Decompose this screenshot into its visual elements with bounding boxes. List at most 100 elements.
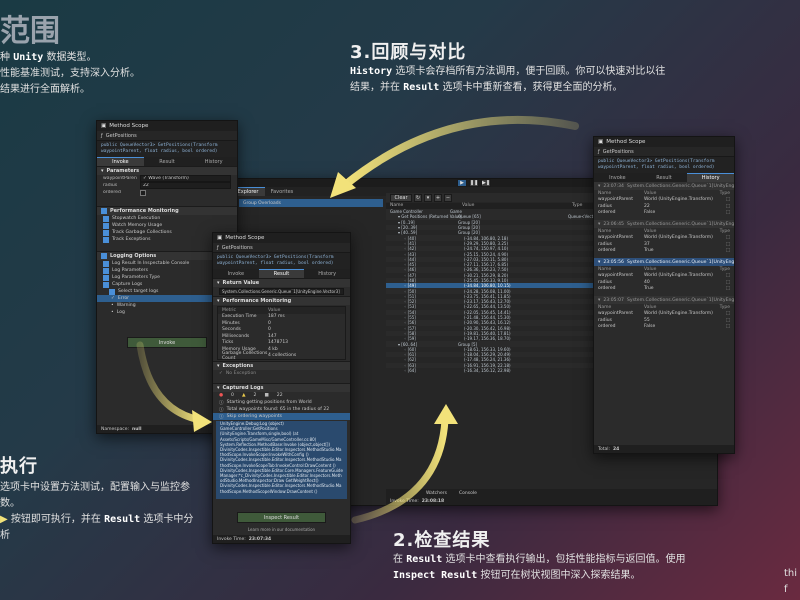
- logging-toggle-checkbox[interactable]: [101, 253, 107, 259]
- tree-node-value: (-20.90, 156.43, 16.12): [464, 320, 511, 326]
- option-checkbox[interactable]: [103, 236, 109, 243]
- parameters-header[interactable]: ▾ Parameters: [97, 166, 237, 175]
- tab-invoke[interactable]: Invoke: [594, 173, 641, 182]
- no-exception-row: ✓ No Exception: [213, 370, 350, 377]
- param-row: waypointParent ✓ Wave (Transform): [97, 175, 237, 182]
- history-entry-type: System.Collections.Generic.Queue`1[Unity…: [626, 297, 735, 303]
- tab-result-label: Result: [656, 174, 672, 181]
- perf-header[interactable]: Performance Monitoring: [97, 206, 237, 215]
- perf-option[interactable]: Stopwatch Execution: [97, 215, 237, 222]
- tab-invoke[interactable]: Invoke: [213, 269, 259, 278]
- history-row: ordered True ⬚: [594, 248, 734, 255]
- history-window-titlebar[interactable]: ▣ Method Scope: [594, 137, 734, 147]
- history-col-name: Name: [598, 304, 612, 310]
- history-entry-header[interactable]: ▾ 23:05:07 System.Collections.Generic.Queu…: [594, 296, 734, 304]
- play-button[interactable]: ▶: [457, 179, 467, 187]
- ordered-checkbox[interactable]: [140, 189, 146, 196]
- log-entry[interactable]: ⓘ Total waypoints found: 65 in the radius…: [213, 406, 350, 413]
- invoke-window-titlebar[interactable]: ▣ Method Scope: [97, 121, 237, 131]
- captured-logs-header[interactable]: ▾ Captured Logs: [213, 383, 350, 392]
- tree-node-name: ▾ [40..59]: [398, 230, 418, 236]
- metric-row: Ticks 1478713: [218, 340, 345, 347]
- tree-root-value: Game: [450, 209, 462, 215]
- group-overloads-toggle[interactable]: Group Overloads: [239, 199, 383, 207]
- tab-invoke[interactable]: Invoke: [97, 157, 144, 166]
- param-value-field[interactable]: ✓ Wave (Transform): [140, 175, 231, 182]
- log-entry[interactable]: ⓘ Starting getting positions from World: [213, 399, 350, 406]
- perf-option-label: Watch Memory Usage: [112, 223, 163, 228]
- result-tabs: Invoke Result History: [213, 269, 350, 278]
- return-value: System.Collections.Generic.Queue`1[Unity…: [219, 288, 344, 295]
- tree-node-name: ◦ [62]: [404, 357, 416, 363]
- tab-result[interactable]: Result: [144, 157, 191, 166]
- log-level-label: Error: [117, 296, 130, 301]
- result-perf-label: Performance Monitoring: [222, 298, 292, 304]
- exceptions-header[interactable]: ▾ Exceptions: [213, 361, 350, 370]
- learn-more-link[interactable]: Learn more in our documentation: [213, 527, 350, 532]
- tree-node-name: ◦ [58]: [404, 330, 416, 336]
- log-entry-text: Skip ordering waypoints: [226, 414, 283, 419]
- option-checkbox[interactable]: [103, 260, 109, 267]
- option-checkbox[interactable]: [103, 274, 109, 281]
- option-checkbox[interactable]: [103, 281, 109, 288]
- info-icon: ⓘ: [219, 407, 224, 413]
- tab-result[interactable]: Result: [258, 269, 305, 278]
- pause-button[interactable]: ❚❚: [469, 179, 479, 187]
- inspect-result-button[interactable]: Inspect Result: [237, 512, 326, 523]
- option-checkbox[interactable]: [109, 288, 115, 295]
- return-value-header[interactable]: ▾ Return Value: [213, 278, 350, 287]
- option-checkbox[interactable]: [103, 229, 109, 236]
- tree-node-name: ◦ [44]: [404, 256, 416, 262]
- no-exception-label: No Exception: [225, 371, 257, 376]
- error-icon[interactable]: ●: [219, 393, 223, 398]
- history-entry-header[interactable]: ▾ 23:07:34 System.Collections.Generic.Queu…: [594, 182, 734, 190]
- tab-history[interactable]: History: [190, 157, 237, 166]
- invoke-button-label: Invoke: [158, 339, 176, 346]
- expand-icon[interactable]: +: [434, 193, 442, 202]
- log-entry-selected[interactable]: ⓘ Skip ordering waypoints: [213, 413, 350, 420]
- history-signature-line2: waypointParent, float radius, bool order…: [598, 165, 715, 170]
- option-checkbox[interactable]: [103, 215, 109, 222]
- window-icon: ▣: [101, 123, 107, 129]
- param-value-field[interactable]: 22: [140, 182, 231, 189]
- filter-icon[interactable]: ▾: [424, 193, 432, 202]
- log-level-label: Warning: [116, 303, 136, 308]
- method-icon: ƒ: [598, 148, 600, 155]
- chevron-down-icon: ▾: [217, 298, 220, 304]
- invoke-method-name: GetPositions: [105, 132, 137, 139]
- tree-node-value: (-22.65, 156.44, 13.50): [464, 304, 511, 310]
- option-checkbox[interactable]: [103, 267, 109, 274]
- option-checkbox[interactable]: [103, 222, 109, 229]
- clear-button[interactable]: Clear: [390, 193, 412, 202]
- collapse-icon[interactable]: −: [444, 193, 452, 202]
- history-col-name: Name: [598, 190, 612, 196]
- history-row: waypointParent World (UnityEngine.Transfo…: [594, 273, 734, 280]
- captured-logs-label: Captured Logs: [222, 385, 264, 391]
- tree-node-name: ◦ [50]: [404, 288, 416, 294]
- tab-console[interactable]: Console: [459, 491, 477, 496]
- tab-result[interactable]: Result: [641, 173, 688, 182]
- tab-history[interactable]: History: [687, 173, 734, 182]
- tab-history-label: History: [204, 158, 223, 165]
- tree-node-value: (-24.74, 150.97, 4.10): [464, 246, 509, 252]
- result-perf-header[interactable]: ▾ Performance Monitoring: [213, 296, 350, 305]
- tab-history[interactable]: History: [304, 269, 350, 278]
- history-entry-header[interactable]: ▾ 23:05:56 System.Collections.Generic.Queu…: [594, 258, 734, 266]
- perf-toggle-checkbox[interactable]: [101, 208, 107, 214]
- invoke-button[interactable]: Invoke: [127, 337, 207, 348]
- result-window-titlebar[interactable]: ▣ Method Scope: [213, 233, 350, 243]
- metric-name: Ticks: [222, 340, 234, 346]
- history-entry-header[interactable]: ▾ 23:06:45 System.Collections.Generic.Queu…: [594, 220, 734, 228]
- perf-option[interactable]: Watch Memory Usage: [97, 222, 237, 229]
- warning-icon[interactable]: ▲: [242, 393, 246, 398]
- tab-result-label: Result: [273, 271, 290, 277]
- history-entry-type: System.Collections.Generic.Queue`1[Unity…: [626, 183, 735, 189]
- info-icon[interactable]: ■: [264, 393, 268, 398]
- tab-favorites[interactable]: Favorites: [265, 187, 299, 196]
- history-row: waypointParent World (UnityEngine.Transfo…: [594, 311, 734, 318]
- tree-node-name: ◦ [57]: [404, 325, 416, 331]
- refresh-icon[interactable]: ↻: [414, 193, 422, 202]
- step-button[interactable]: ▶❚: [481, 179, 491, 187]
- tab-watchers[interactable]: Watchers: [426, 491, 447, 496]
- bottom-tabs: Watchers Console: [386, 489, 717, 497]
